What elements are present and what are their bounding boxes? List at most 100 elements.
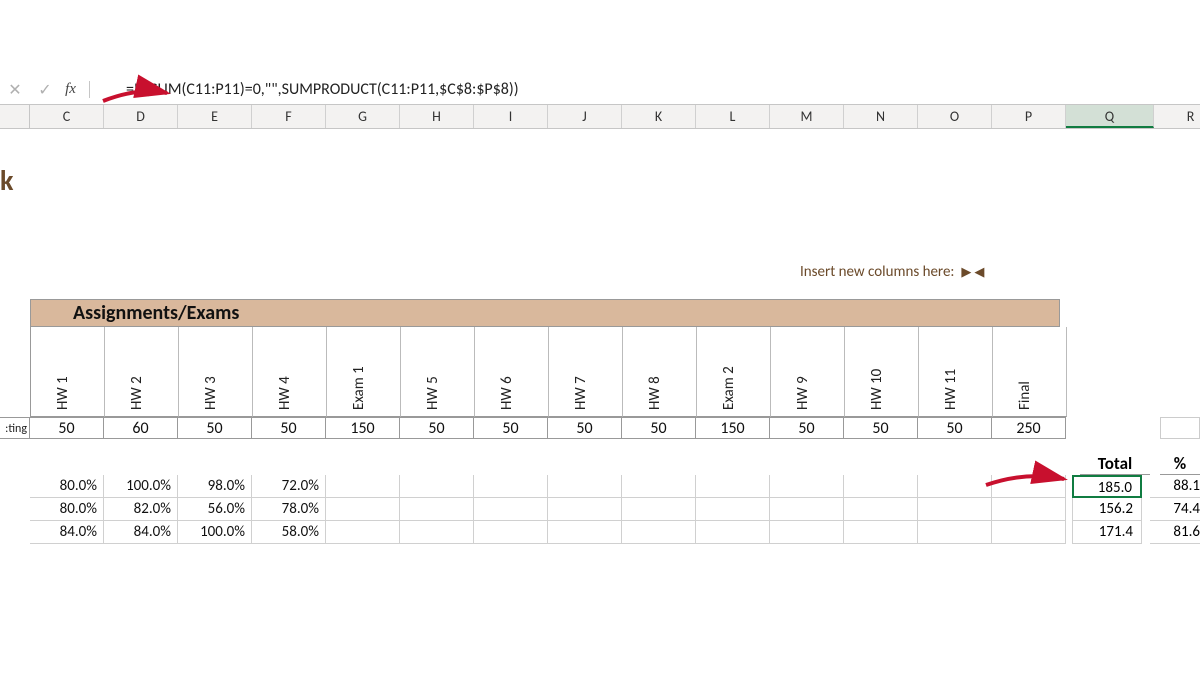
column-header-p[interactable]: P: [992, 105, 1066, 128]
points-cell[interactable]: 50: [844, 417, 918, 439]
column-header-k[interactable]: K: [622, 105, 696, 128]
points-cell[interactable]: 150: [696, 417, 770, 439]
score-cell[interactable]: [326, 475, 400, 498]
score-cell[interactable]: [696, 521, 770, 544]
assignment-header[interactable]: HW 6: [475, 327, 549, 417]
column-header-e[interactable]: E: [178, 105, 252, 128]
column-header-q[interactable]: Q: [1066, 105, 1154, 128]
score-cell[interactable]: [844, 521, 918, 544]
score-cell[interactable]: [770, 521, 844, 544]
formula-input[interactable]: [90, 79, 1200, 100]
sheet-area[interactable]: k Insert new columns here: ▶ ◀ Assignmen…: [0, 129, 1200, 649]
score-cell[interactable]: [326, 498, 400, 521]
column-header-h[interactable]: H: [400, 105, 474, 128]
assignment-header[interactable]: Exam 1: [327, 327, 401, 417]
points-cell[interactable]: 50: [474, 417, 548, 439]
score-cell[interactable]: [474, 521, 548, 544]
score-cell[interactable]: 82.0%: [104, 498, 178, 521]
total-cell-selected[interactable]: 185.0: [1072, 475, 1142, 498]
points-cell[interactable]: 50: [622, 417, 696, 439]
total-cell[interactable]: 156.2: [1072, 498, 1142, 521]
score-cell[interactable]: 56.0%: [178, 498, 252, 521]
score-cell[interactable]: [844, 498, 918, 521]
percent-cell[interactable]: 74.4: [1150, 498, 1200, 521]
score-cell[interactable]: [918, 521, 992, 544]
score-cell[interactable]: [326, 521, 400, 544]
points-cell[interactable]: 50: [770, 417, 844, 439]
score-cell[interactable]: 84.0%: [30, 521, 104, 544]
assignment-header[interactable]: HW 11: [919, 327, 993, 417]
cell[interactable]: [1160, 417, 1200, 439]
column-header-d[interactable]: D: [104, 105, 178, 128]
percent-cell[interactable]: 81.6: [1150, 521, 1200, 544]
points-cell[interactable]: 60: [104, 417, 178, 439]
score-cell[interactable]: 100.0%: [178, 521, 252, 544]
score-cell[interactable]: [992, 475, 1066, 498]
column-header-c[interactable]: C: [30, 105, 104, 128]
formula-bar: ✕ ✓ fx: [0, 75, 1200, 105]
score-cell[interactable]: [548, 498, 622, 521]
points-cell[interactable]: 50: [548, 417, 622, 439]
score-cell[interactable]: [400, 498, 474, 521]
confirm-icon[interactable]: ✓: [30, 80, 60, 100]
score-cell[interactable]: 84.0%: [104, 521, 178, 544]
score-cell[interactable]: [918, 498, 992, 521]
assignment-header[interactable]: HW 10: [845, 327, 919, 417]
column-header-o[interactable]: O: [918, 105, 992, 128]
total-cell[interactable]: 171.4: [1072, 521, 1142, 544]
score-cell[interactable]: [400, 475, 474, 498]
score-cell[interactable]: [622, 498, 696, 521]
points-cell[interactable]: 50: [918, 417, 992, 439]
score-cell[interactable]: 58.0%: [252, 521, 326, 544]
column-header-g[interactable]: G: [326, 105, 400, 128]
score-cell[interactable]: [622, 475, 696, 498]
score-cell[interactable]: [918, 475, 992, 498]
column-header-l[interactable]: L: [696, 105, 770, 128]
points-cell[interactable]: 50: [178, 417, 252, 439]
column-header-n[interactable]: N: [844, 105, 918, 128]
select-all-corner[interactable]: [0, 105, 30, 128]
score-cell[interactable]: [622, 521, 696, 544]
score-cell[interactable]: [992, 521, 1066, 544]
assignment-header[interactable]: HW 5: [401, 327, 475, 417]
score-cell[interactable]: [696, 475, 770, 498]
score-cell[interactable]: [696, 498, 770, 521]
score-cell[interactable]: [548, 521, 622, 544]
cancel-icon[interactable]: ✕: [0, 80, 30, 100]
assignment-header[interactable]: HW 2: [105, 327, 179, 417]
column-header-j[interactable]: J: [548, 105, 622, 128]
score-cell[interactable]: [548, 475, 622, 498]
score-cell[interactable]: [400, 521, 474, 544]
column-header-m[interactable]: M: [770, 105, 844, 128]
assignment-header[interactable]: HW 3: [179, 327, 253, 417]
fx-icon[interactable]: fx: [60, 81, 90, 98]
score-cell[interactable]: [474, 475, 548, 498]
assignment-header[interactable]: Exam 2: [697, 327, 771, 417]
assignment-header[interactable]: HW 1: [31, 327, 105, 417]
column-header-i[interactable]: I: [474, 105, 548, 128]
score-cell[interactable]: 98.0%: [178, 475, 252, 498]
points-cell[interactable]: 250: [992, 417, 1066, 439]
score-cell[interactable]: 78.0%: [252, 498, 326, 521]
score-cell[interactable]: 100.0%: [104, 475, 178, 498]
score-cell[interactable]: [844, 475, 918, 498]
score-cell[interactable]: 72.0%: [252, 475, 326, 498]
column-header-f[interactable]: F: [252, 105, 326, 128]
assignment-header[interactable]: HW 7: [549, 327, 623, 417]
score-cell[interactable]: [992, 498, 1066, 521]
column-header-r[interactable]: R: [1154, 105, 1200, 128]
score-cell[interactable]: [770, 498, 844, 521]
score-cell[interactable]: 80.0%: [30, 498, 104, 521]
score-cell[interactable]: [770, 475, 844, 498]
percent-cell[interactable]: 88.1: [1150, 475, 1200, 498]
points-cell[interactable]: 50: [400, 417, 474, 439]
points-cell[interactable]: 50: [252, 417, 326, 439]
assignment-header[interactable]: HW 9: [771, 327, 845, 417]
assignment-header[interactable]: Final: [993, 327, 1067, 417]
score-cell[interactable]: 80.0%: [30, 475, 104, 498]
assignment-header[interactable]: HW 8: [623, 327, 697, 417]
score-cell[interactable]: [474, 498, 548, 521]
assignment-header[interactable]: HW 4: [253, 327, 327, 417]
points-cell[interactable]: 150: [326, 417, 400, 439]
points-cell[interactable]: 50: [30, 417, 104, 439]
